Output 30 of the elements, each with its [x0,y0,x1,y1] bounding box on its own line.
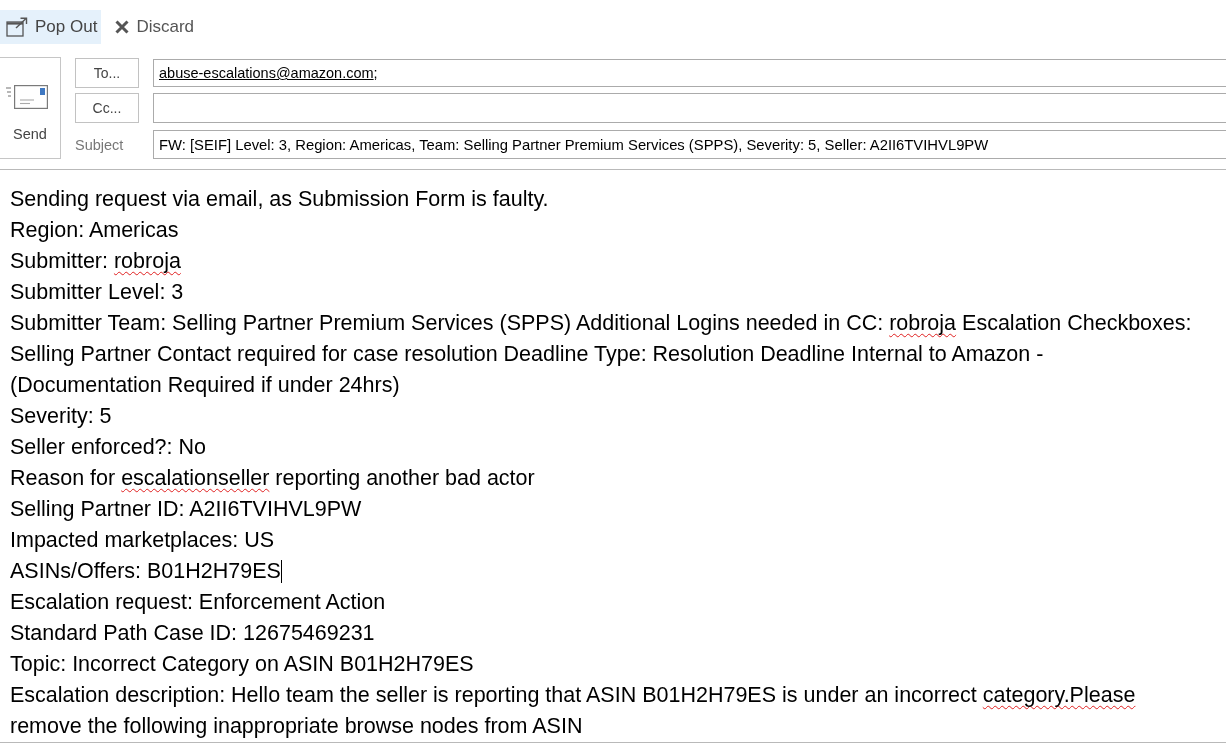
send-button[interactable]: Send [0,57,61,159]
pop-out-button[interactable]: Pop Out [0,10,102,44]
body-text-line: Impacted marketplaces: US [10,527,275,554]
subject-label: Subject [75,136,125,153]
body-text-line: Submitter Level: 3 [10,279,184,306]
body-text-line: Escalation request: Enforcement Action [10,589,386,616]
to-button[interactable]: To... [75,58,139,88]
body-text-line: Reason for escalationseller reporting another bad actor [10,465,535,492]
pop-out-icon [6,17,28,37]
body-text-line: remove the following inappropriate browse nodes from ASIN [10,713,583,740]
body-text-line: Escalation description: Hello team the seller is reporting that ASIN B01H2H79ES is under an incorrect category.Please [10,682,1136,709]
close-icon [115,20,130,34]
body-text-line: Seller enforced?: No [10,434,206,461]
body-text-line: Submitter Team: Selling Partner Premium Services (SPPS) Additional Logins needed in CC: robroja Escalation Checkboxes: [10,310,1192,337]
cc-field[interactable] [153,93,1226,123]
body-text-line: ASINs/Offers: B01H2H79ES [10,558,282,585]
subject-field[interactable]: FW: [SEIF] Level: 3, Region: Americas, Team: Selling Partner Premium Services (SPPS), Severity: 5, Seller: A2II6TVIHVL9PW [153,130,1226,159]
body-text-line: Sending request via email, as Submission Form is faulty. [10,186,549,213]
body-text-line: Standard Path Case ID: 12675469231 [10,620,375,647]
body-text-line: Severity: 5 [10,403,112,430]
body-text-line: Topic: Incorrect Category on ASIN B01H2H79ES [10,651,474,678]
discard-button[interactable]: Discard [107,10,198,44]
to-field[interactable]: abuse-escalations@amazon.com; [153,59,1226,87]
body-text-line: Selling Partner Contact required for case resolution Deadline Type: Resolution Deadline Internal to Amazon - [10,341,1044,368]
body-text-line: Submitter: robroja [10,248,181,275]
body-text-line: Selling Partner ID: A2II6TVIHVL9PW [10,496,362,523]
envelope-icon [6,85,48,109]
body-text-line: (Documentation Required if under 24hrs) [10,372,400,399]
cc-button[interactable]: Cc... [75,93,139,123]
body-text-line: Region: Americas [10,217,179,244]
